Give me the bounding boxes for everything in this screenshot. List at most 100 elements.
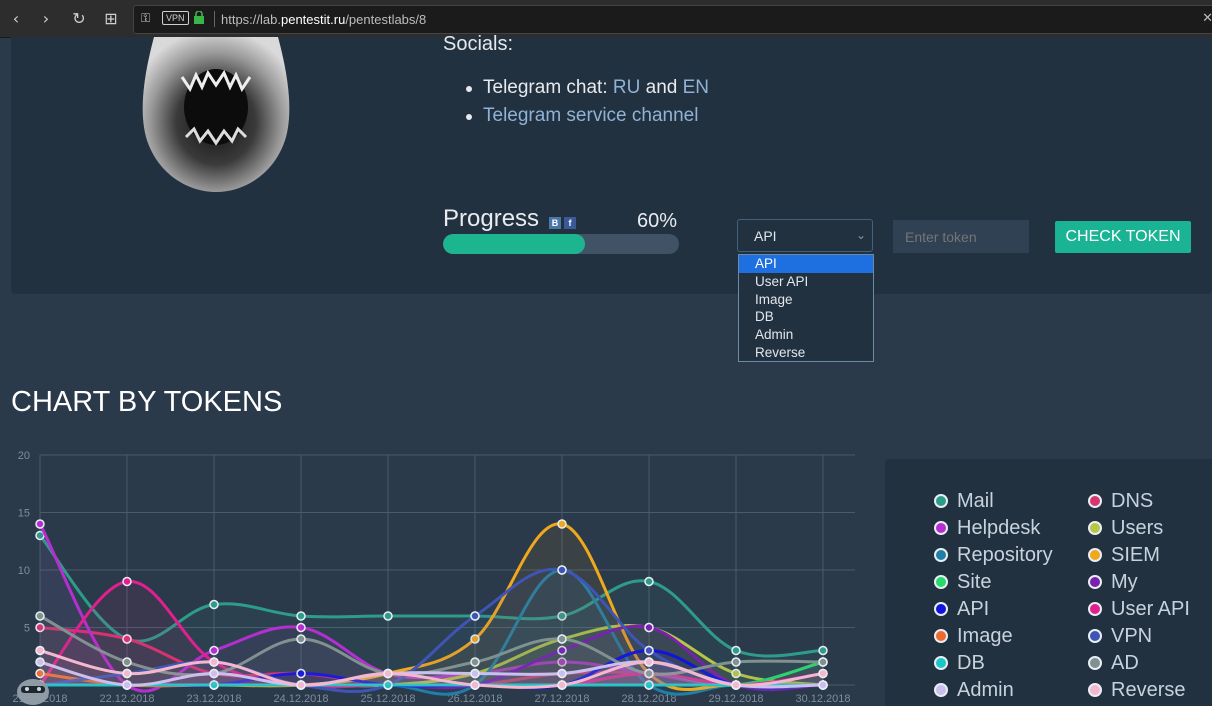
data-point[interactable] xyxy=(644,657,654,667)
address-bar[interactable]: ⚿ VPN https://lab.pentestit.ru/pentestla… xyxy=(133,5,1212,34)
dropdown-option-db[interactable]: DB xyxy=(739,308,873,326)
share-icons: Bf xyxy=(549,213,579,231)
legend-item[interactable]: Image xyxy=(934,625,1013,647)
token-type-dropdown: API User API Image DB Admin Reverse xyxy=(738,254,874,362)
legend-label: Admin xyxy=(957,678,1014,701)
chart-legend: Mail DNS Helpdesk Users Repository SIEM Site My… xyxy=(885,459,1212,706)
facebook-icon[interactable]: f xyxy=(564,217,576,229)
legend-item[interactable]: Helpdesk xyxy=(934,517,1040,539)
tabs-grid-icon[interactable]: ⊞ xyxy=(99,6,123,30)
legend-label: Users xyxy=(1111,516,1164,539)
dropdown-option-admin[interactable]: Admin xyxy=(739,326,873,344)
legend-label: Site xyxy=(957,570,992,593)
data-point[interactable] xyxy=(557,668,567,679)
data-point[interactable] xyxy=(818,645,828,656)
x-tick-label: 25.12.2018 xyxy=(360,693,415,705)
data-point[interactable] xyxy=(470,611,480,621)
data-point[interactable] xyxy=(818,657,828,667)
forward-icon[interactable]: › xyxy=(34,6,58,30)
legend-swatch xyxy=(1088,683,1102,697)
data-point[interactable] xyxy=(731,657,741,667)
data-point[interactable] xyxy=(122,657,132,667)
telegram-en-link[interactable]: EN xyxy=(683,77,709,98)
data-point[interactable] xyxy=(557,565,567,575)
legend-item[interactable]: User API xyxy=(1088,598,1190,620)
data-point[interactable] xyxy=(209,657,219,667)
x-tick-label: 27.12.2018 xyxy=(534,693,589,705)
legend-swatch xyxy=(1088,494,1102,508)
browser-toolbar: ‹ › ↻ ⊞ ⚿ VPN https://lab.pentestit.ru/p… xyxy=(0,0,1212,38)
legend-item[interactable]: API xyxy=(934,598,989,620)
legend-item[interactable]: Repository xyxy=(934,544,1053,566)
vk-icon[interactable]: B xyxy=(549,217,561,229)
legend-item[interactable]: DB xyxy=(934,652,985,674)
legend-item[interactable]: VPN xyxy=(1088,625,1152,647)
socials-title: Socials: xyxy=(443,33,514,55)
data-point[interactable] xyxy=(818,668,828,679)
dropdown-option-api[interactable]: API xyxy=(739,255,873,273)
legend-item[interactable]: DNS xyxy=(1088,490,1153,512)
data-point[interactable] xyxy=(470,657,480,667)
legend-swatch xyxy=(1088,521,1102,535)
data-point[interactable] xyxy=(557,519,567,529)
chevron-down-icon: ⌄ xyxy=(855,228,866,242)
data-point[interactable] xyxy=(383,611,393,621)
dropdown-option-reverse[interactable]: Reverse xyxy=(739,344,873,362)
back-icon[interactable]: ‹ xyxy=(4,6,28,30)
check-token-button[interactable]: CHECK TOKEN xyxy=(1055,221,1191,253)
data-point[interactable] xyxy=(644,645,654,656)
data-point[interactable] xyxy=(557,680,567,690)
data-point[interactable] xyxy=(296,680,306,690)
legend-item[interactable]: Mail xyxy=(934,490,994,512)
vpn-badge[interactable]: VPN xyxy=(162,11,189,25)
url-separator xyxy=(214,11,215,27)
data-point[interactable] xyxy=(731,645,741,656)
legend-item[interactable]: Users xyxy=(1088,517,1163,539)
data-point[interactable] xyxy=(209,645,219,656)
data-point[interactable] xyxy=(35,645,45,656)
data-point[interactable] xyxy=(731,680,741,690)
legend-label: Helpdesk xyxy=(957,516,1041,539)
dropdown-option-image[interactable]: Image xyxy=(739,291,873,309)
data-point[interactable] xyxy=(470,668,480,679)
telegram-ru-link[interactable]: RU xyxy=(613,77,640,98)
data-point[interactable] xyxy=(644,576,654,587)
telegram-service-channel-link[interactable]: Telegram service channel xyxy=(483,105,698,126)
x-tick-label: 30.12.2018 xyxy=(795,693,850,705)
lock-icon xyxy=(194,11,204,24)
reload-icon[interactable]: ↻ xyxy=(67,6,91,30)
token-type-select[interactable]: API ⌄ xyxy=(737,219,873,252)
data-point[interactable] xyxy=(296,611,306,621)
data-point[interactable] xyxy=(644,622,654,633)
legend-item[interactable]: Admin xyxy=(934,679,1014,701)
legend-item[interactable]: My xyxy=(1088,571,1138,593)
data-point[interactable] xyxy=(35,611,45,621)
legend-label: Repository xyxy=(957,543,1053,566)
url-text[interactable]: https://lab.pentestit.ru/pentestlabs/8 xyxy=(221,12,426,27)
data-point[interactable] xyxy=(122,576,132,587)
data-point[interactable] xyxy=(296,634,306,644)
legend-swatch xyxy=(934,656,948,670)
socials-list: Telegram chat: RU and EN Telegram servic… xyxy=(465,77,709,133)
data-point[interactable] xyxy=(122,668,132,679)
legend-label: User API xyxy=(1111,597,1190,620)
x-tick-label: 22.12.2018 xyxy=(99,693,154,705)
data-point[interactable] xyxy=(383,668,393,679)
token-input[interactable] xyxy=(893,220,1029,253)
data-point[interactable] xyxy=(35,519,45,529)
close-icon[interactable]: ✕ xyxy=(1202,10,1212,26)
data-point[interactable] xyxy=(470,680,480,690)
y-tick-label: 5 xyxy=(24,623,30,635)
legend-item[interactable]: Reverse xyxy=(1088,679,1185,701)
x-tick-label: 26.12.2018 xyxy=(447,693,502,705)
legend-item[interactable]: AD xyxy=(1088,652,1139,674)
dropdown-option-user-api[interactable]: User API xyxy=(739,273,873,291)
mascot-avatar xyxy=(17,679,49,705)
legend-swatch xyxy=(1088,548,1102,562)
chart-title: CHART BY TOKENS xyxy=(11,386,283,418)
legend-item[interactable]: Site xyxy=(934,571,991,593)
legend-item[interactable]: SIEM xyxy=(1088,544,1160,566)
data-point[interactable] xyxy=(209,599,219,610)
data-point[interactable] xyxy=(296,622,306,633)
data-point[interactable] xyxy=(557,634,567,644)
